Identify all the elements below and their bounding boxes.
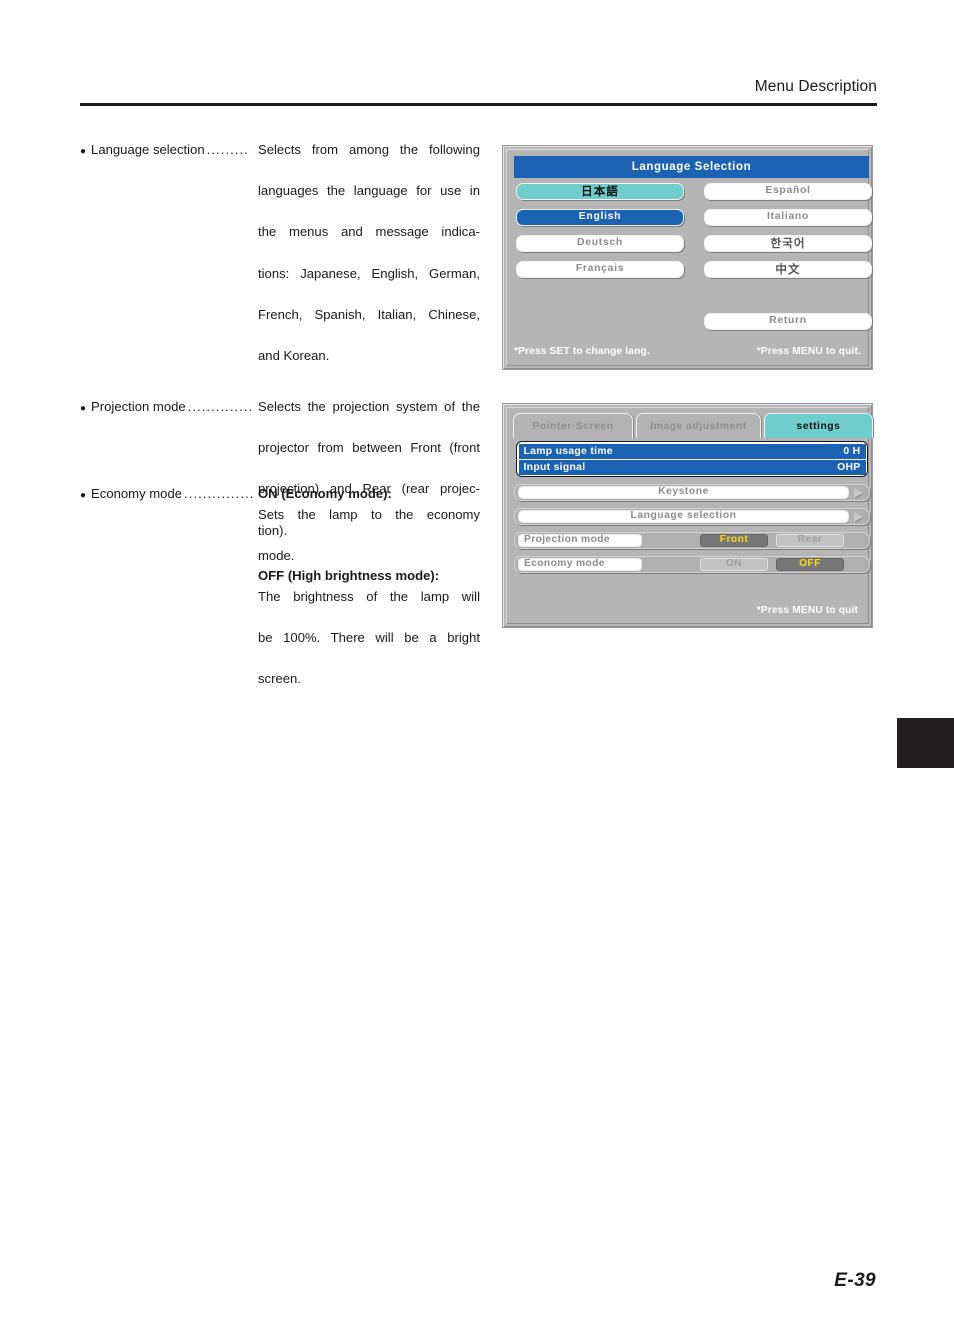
bullet-icon: ● (80, 146, 87, 157)
lamp-usage-time-label: Lamp usage time (523, 445, 613, 457)
language-button-grid: 日本語 English Deutsch Français Español Ita… (514, 183, 872, 333)
term-label: Economy mode (91, 486, 183, 501)
language-button-chinese[interactable]: 中文 (704, 261, 872, 278)
language-selection-label: Language selection (518, 510, 849, 523)
language-button-japanese[interactable]: 日本語 (516, 183, 684, 200)
economy-mode-label: Economy mode (518, 558, 642, 571)
return-button[interactable]: Return (704, 313, 872, 330)
definition-heading: OFF (High brightness mode): (258, 568, 440, 584)
definition-heading: ON (Economy mode): (258, 486, 392, 501)
definition-line: Sets the lamp to the economy (258, 506, 480, 522)
projection-mode-label: Projection mode (518, 534, 642, 547)
economy-mode-off-option[interactable]: OFF (776, 558, 844, 571)
definition-column: ON (Economy mode): Sets the lamp to the … (258, 484, 480, 690)
bullet-icon: ● (80, 490, 87, 501)
term-label: Language selection (91, 142, 205, 157)
dot-leader: .............. (187, 399, 254, 414)
menu-row-economy-mode: Economy mode ON OFF (514, 556, 870, 573)
definition-line: Selects the projection system of the (258, 399, 480, 414)
language-button-espanol[interactable]: Español (704, 183, 872, 200)
description-language-selection: ● Language selection ......... Selects f… (80, 140, 480, 367)
language-button-korean[interactable]: 한국어 (704, 235, 872, 252)
keystone-label: Keystone (518, 486, 849, 499)
manual-page: Menu Description ● Language selection ..… (0, 0, 954, 1339)
status-info-box: Lamp usage time 0 H Input signal OHP (516, 441, 868, 477)
language-button-italiano[interactable]: Italiano (704, 209, 872, 226)
projection-mode-rear-option[interactable]: Rear (776, 534, 844, 547)
osd-tab-bar: Pointer·Screen Image adjustment settings (513, 413, 873, 438)
definition-line: and Korean. (258, 347, 330, 363)
definition-line: projector from between Front (front (258, 440, 480, 456)
osd-settings-screen: Pointer·Screen Image adjustment settings… (502, 403, 873, 628)
page-number: E-39 (834, 1270, 876, 1291)
definition-line: French, Spanish, Italian, Chinese, (258, 306, 480, 322)
economy-mode-on-option[interactable]: ON (700, 558, 768, 571)
row-lamp-usage-time: Lamp usage time 0 H (518, 443, 866, 459)
language-button-deutsch[interactable]: Deutsch (516, 235, 684, 252)
row-input-signal: Input signal OHP (518, 459, 866, 475)
definition-line: languages the language for use in (258, 183, 480, 199)
chevron-right-icon (854, 488, 863, 498)
osd-inner-frame: Pointer·Screen Image adjustment settings… (506, 407, 873, 624)
definition-line: the menus and message indica- (258, 224, 480, 240)
definition-line: screen. (258, 671, 301, 687)
definition-line: Selects from among the following (258, 142, 480, 157)
page-title: Menu Description (754, 78, 877, 95)
definition-line: mode. (258, 547, 295, 563)
hint-press-menu: *Press MENU to quit (756, 605, 858, 616)
term-column: ● Language selection ......... (80, 140, 258, 367)
language-button-francais[interactable]: Français (516, 261, 684, 278)
input-signal-value: OHP (837, 461, 861, 473)
menu-row-language-selection[interactable]: Language selection (514, 508, 870, 525)
hint-press-set: *Press SET to change lang. (514, 346, 650, 357)
definition-column: Selects from among the following languag… (258, 140, 480, 367)
menu-row-keystone[interactable]: Keystone (514, 484, 870, 501)
definition-line: be 100%. There will be a bright (258, 630, 480, 646)
page-edge-tab-marker (897, 718, 954, 768)
tab-image-adjustment[interactable]: Image adjustment (636, 413, 761, 438)
lamp-usage-time-value: 0 H (843, 445, 861, 457)
input-signal-label: Input signal (523, 461, 586, 473)
dot-leader: ............... (184, 486, 255, 501)
osd-settings-body: Lamp usage time 0 H Input signal OHP Key… (513, 440, 873, 603)
dot-leader: ......... (206, 142, 249, 157)
osd-title-bar: Language Selection (514, 156, 869, 178)
projection-mode-front-option[interactable]: Front (700, 534, 768, 547)
tab-pointer-screen[interactable]: Pointer·Screen (513, 413, 633, 438)
osd-inner-frame: Language Selection 日本語 English Deutsch F… (506, 149, 872, 366)
language-button-english[interactable]: English (516, 209, 684, 226)
header-divider (80, 103, 877, 106)
osd-footer-hints: *Press SET to change lang. *Press MENU t… (514, 344, 861, 359)
hint-press-menu: *Press MENU to quit. (756, 346, 861, 357)
bullet-icon: ● (80, 403, 87, 414)
term-label: Projection mode (91, 399, 186, 414)
osd-language-selection-screen: Language Selection 日本語 English Deutsch F… (502, 145, 873, 370)
tab-settings[interactable]: settings (764, 413, 873, 438)
description-economy-mode: ● Economy mode ............... ON (Econo… (80, 484, 480, 690)
term-column: ● Economy mode ............... (80, 484, 258, 690)
definition-line: The brightness of the lamp will (258, 588, 480, 604)
menu-row-projection-mode: Projection mode Front Rear (514, 532, 870, 549)
definition-line: tions: Japanese, English, German, (258, 265, 480, 281)
chevron-right-icon (854, 512, 863, 522)
